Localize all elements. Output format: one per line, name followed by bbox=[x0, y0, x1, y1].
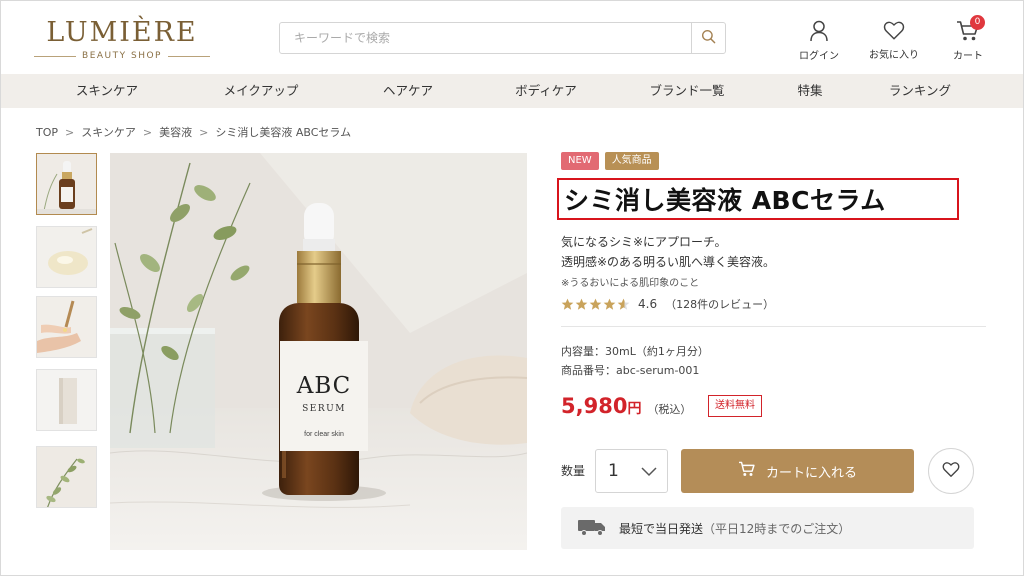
breadcrumb-skincare[interactable]: スキンケア bbox=[81, 124, 136, 140]
nav-item-haircare[interactable]: ヘアケア bbox=[383, 74, 433, 108]
cart-icon bbox=[938, 20, 998, 42]
product-main-image: ABC SERUM for clear skin bbox=[110, 153, 527, 550]
quantity-label: 数量 bbox=[561, 464, 586, 478]
thumbnail-texture[interactable] bbox=[36, 226, 97, 288]
product-description: 気になるシミ※にアプローチ。 透明感※のある明るい肌へ導く美容液。 bbox=[561, 232, 775, 272]
breadcrumb-separator: > bbox=[199, 125, 209, 139]
popular-badge: 人気商品 bbox=[604, 152, 659, 170]
rating-value: 4.6 bbox=[638, 297, 658, 311]
product-volume: 内容量：30mL（約1ヶ月分） bbox=[561, 345, 709, 358]
login-link[interactable]: ログイン bbox=[789, 20, 849, 62]
category-nav: スキンケア メイクアップ ヘアケア ボディケア ブランド一覧 特集 ランキング bbox=[1, 74, 1023, 108]
shipping-info: 最短で当日発送（平日12時までのご注文） bbox=[561, 507, 974, 549]
search-button[interactable] bbox=[691, 23, 725, 53]
add-to-favorites-button[interactable] bbox=[928, 448, 974, 494]
price-currency: 円 bbox=[627, 401, 642, 417]
product-sku: 商品番号：abc-serum-001 bbox=[561, 364, 700, 377]
add-to-cart-button[interactable]: カートに入れる bbox=[681, 449, 914, 493]
cart-count-badge: 0 bbox=[970, 15, 985, 30]
logo-line-right bbox=[167, 55, 211, 57]
site-logo[interactable]: LUMIÈRE BEAUTY SHOP bbox=[34, 17, 211, 61]
tax-note: （税込） bbox=[647, 403, 692, 416]
heart-icon bbox=[864, 20, 924, 41]
star-icon bbox=[589, 298, 602, 310]
bottle-label-caption: for clear skin bbox=[304, 431, 344, 438]
star-icon bbox=[575, 298, 588, 310]
user-icon bbox=[789, 20, 849, 42]
logo-text: LUMIÈRE bbox=[46, 17, 198, 48]
star-half-icon bbox=[617, 298, 630, 310]
breadcrumb-top[interactable]: TOP bbox=[36, 126, 58, 139]
logo-subtitle: BEAUTY SHOP bbox=[34, 51, 211, 61]
nav-item-skincare[interactable]: スキンケア bbox=[76, 74, 138, 108]
nav-item-bodycare[interactable]: ボディケア bbox=[515, 74, 577, 108]
quantity-value: 1 bbox=[608, 461, 619, 481]
breadcrumb-separator: > bbox=[65, 125, 75, 139]
thumbnail-dropper[interactable] bbox=[36, 296, 97, 358]
product-rating[interactable]: 4.6 （128件のレビュー） bbox=[561, 296, 774, 312]
description-line-2: 透明感※のある明るい肌へ導く美容液。 bbox=[561, 255, 776, 269]
cart-icon bbox=[738, 461, 756, 481]
description-line-1: 気になるシミ※にアプローチ。 bbox=[561, 235, 727, 249]
product-title: シミ消し美容液 ABCセラム bbox=[564, 186, 886, 215]
price-row: 5,980 円 （税込） bbox=[561, 394, 691, 418]
shipping-main-text: 最短で当日発送 bbox=[619, 521, 704, 536]
star-rating bbox=[561, 298, 630, 311]
new-badge: NEW bbox=[561, 152, 599, 170]
product-title-highlight: シミ消し美容液 ABCセラム bbox=[557, 178, 959, 220]
nav-item-makeup[interactable]: メイクアップ bbox=[224, 74, 299, 108]
price-value: 5,980 bbox=[561, 394, 628, 418]
logo-line-left bbox=[34, 55, 77, 57]
cart-link[interactable]: 0 カート bbox=[938, 15, 998, 62]
nav-item-brands[interactable]: ブランド一覧 bbox=[649, 74, 724, 108]
thumbnail-package[interactable] bbox=[36, 369, 97, 431]
search-input[interactable] bbox=[280, 23, 691, 53]
search-icon bbox=[701, 29, 716, 48]
breadcrumb: TOP > スキンケア > 美容液 > シミ消し美容液 ABCセラム bbox=[36, 124, 351, 140]
thumbnail-botanical[interactable] bbox=[36, 446, 97, 508]
login-label: ログイン bbox=[799, 51, 839, 62]
breadcrumb-current: シミ消し美容液 ABCセラム bbox=[215, 126, 352, 139]
nav-item-ranking[interactable]: ランキング bbox=[889, 74, 951, 108]
cart-label: カート bbox=[953, 51, 983, 62]
nav-item-features[interactable]: 特集 bbox=[797, 74, 822, 108]
free-shipping-badge: 送料無料 bbox=[708, 395, 762, 417]
logo-subtitle-text: BEAUTY SHOP bbox=[82, 51, 162, 61]
favorites-label: お気に入り bbox=[869, 50, 919, 61]
chevron-down-icon bbox=[641, 462, 657, 481]
star-icon bbox=[603, 298, 616, 310]
bottle-label-type: SERUM bbox=[302, 404, 346, 414]
thumbnail-bottle[interactable] bbox=[36, 153, 97, 215]
search-bar bbox=[279, 22, 726, 54]
add-to-cart-label: カートに入れる bbox=[765, 465, 857, 481]
star-icon bbox=[561, 298, 574, 310]
heart-icon bbox=[942, 461, 960, 482]
breadcrumb-serum[interactable]: 美容液 bbox=[159, 124, 192, 140]
review-count[interactable]: （128件のレビュー） bbox=[665, 296, 774, 312]
breadcrumb-separator: > bbox=[142, 125, 153, 139]
truck-icon bbox=[577, 517, 607, 540]
bottle-label-brand: ABC bbox=[296, 373, 352, 399]
divider bbox=[561, 326, 986, 327]
product-badges: NEW 人気商品 bbox=[561, 152, 659, 170]
quantity-select[interactable]: 1 bbox=[595, 449, 668, 493]
shipping-sub-text: （平日12時までのご注文） bbox=[703, 521, 851, 536]
description-note: ※うるおいによる肌印象のこと bbox=[561, 278, 700, 289]
favorites-link[interactable]: お気に入り bbox=[864, 20, 924, 61]
